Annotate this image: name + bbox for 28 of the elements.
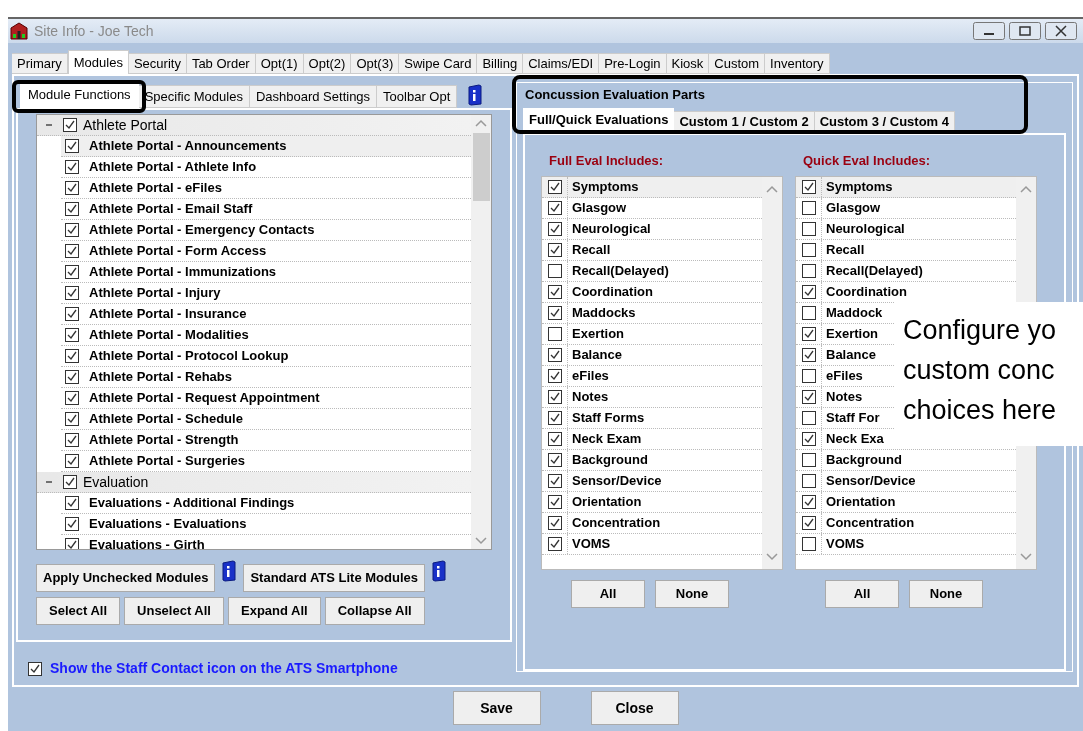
tree-item-label: Athlete Portal - Email Staff	[89, 200, 253, 219]
callout-text: Configure yo	[903, 314, 1058, 347]
tree-item-label: Athlete Portal - Modalities	[89, 326, 249, 345]
callout-text: choices here	[903, 394, 1058, 427]
tree-item-label: Athlete Portal - Athlete Info	[89, 158, 257, 177]
tree-item-label: Athlete Portal - Schedule	[89, 410, 243, 429]
tree-item-label: Athlete Portal - Strength	[89, 431, 239, 450]
tree-item-label: Athlete Portal - eFiles	[89, 179, 222, 198]
list-heading: Quick Eval Includes:	[803, 151, 932, 170]
window-title: Site Info - Joe Tech	[34, 21, 154, 41]
tree-item-label: Athlete Portal - Immunizations	[89, 263, 277, 282]
tree-item-label: Athlete Portal - Emergency Contacts	[89, 221, 315, 240]
tree-item-label: Athlete Portal - Insurance	[89, 305, 247, 324]
tree-item-label: Evaluations - Additional Findings	[89, 494, 295, 513]
callout-text: custom conc	[903, 354, 1056, 387]
tree-item-label: Athlete Portal - Rehabs	[89, 368, 233, 387]
tree-group-label: Athlete Portal	[83, 115, 168, 135]
group-title: Concussion Evaluation Parts	[525, 86, 706, 104]
tree-item-label: Athlete Portal - Protocol Lookup	[89, 347, 289, 366]
tree-item-label: Evaluations - Evaluations	[89, 515, 247, 534]
tree-item-label: Athlete Portal - Surgeries	[89, 452, 246, 471]
tree-group-label: Evaluation	[83, 472, 149, 492]
tree-item-label: Athlete Portal - Request Appointment	[89, 389, 320, 408]
tree-item-label: Athlete Portal - Form Access	[89, 242, 267, 261]
tree-item-label: Evaluations - Girth	[89, 536, 205, 549]
tree-item-label: Athlete Portal - Injury	[89, 284, 221, 303]
tree-item-label: Athlete Portal - Announcements	[89, 137, 287, 156]
list-heading: Full Eval Includes:	[549, 151, 665, 170]
